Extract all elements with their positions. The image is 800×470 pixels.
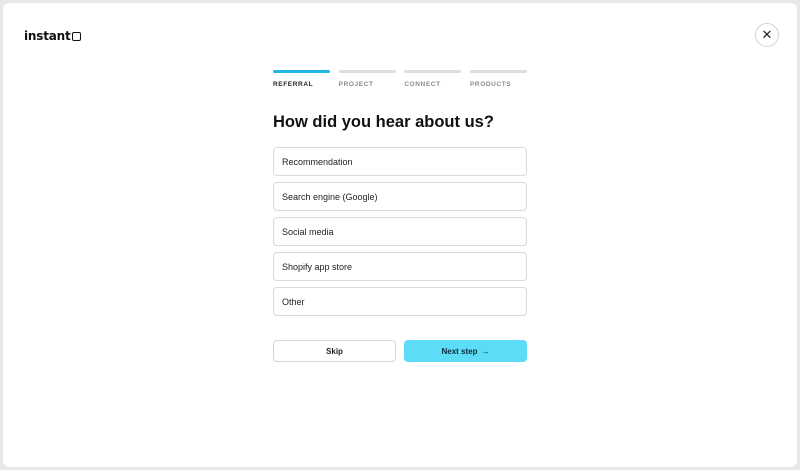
- step-products: PRODUCTS: [469, 70, 527, 88]
- step-label: REFERRAL: [273, 81, 314, 88]
- option-search-engine[interactable]: Search engine (Google): [273, 182, 527, 211]
- step-bar: [469, 70, 527, 73]
- step-connect: CONNECT: [404, 70, 462, 88]
- step-bar: [404, 70, 462, 73]
- logo-mark-icon: [71, 31, 81, 41]
- actions-row: Skip Next step →: [273, 340, 527, 362]
- step-label: CONNECT: [404, 81, 441, 88]
- option-social-media[interactable]: Social media: [273, 217, 527, 246]
- step-progress: REFERRAL PROJECT CONNECT PRODUCTS: [273, 70, 527, 88]
- step-project: PROJECT: [338, 70, 396, 88]
- option-shopify-app-store[interactable]: Shopify app store: [273, 252, 527, 281]
- step-bar: [338, 70, 396, 73]
- instant-logo: instant: [24, 29, 81, 43]
- onboarding-window: instant ✕ REFERRAL PROJECT CONNECT PRODU…: [3, 3, 797, 467]
- step-referral: REFERRAL: [273, 70, 330, 88]
- question-title: How did you hear about us?: [273, 113, 494, 131]
- step-bar: [273, 70, 330, 73]
- next-step-button[interactable]: Next step →: [404, 340, 527, 362]
- option-other[interactable]: Other: [273, 287, 527, 316]
- step-label: PROJECT: [338, 81, 374, 88]
- arrow-right-icon: →: [481, 346, 490, 356]
- step-label: PRODUCTS: [469, 81, 512, 88]
- skip-button[interactable]: Skip: [273, 340, 396, 362]
- next-step-label: Next step: [441, 346, 478, 356]
- close-icon: ✕: [761, 27, 773, 42]
- option-recommendation[interactable]: Recommendation: [273, 147, 527, 176]
- close-button[interactable]: ✕: [755, 23, 779, 47]
- logo-text: instant: [24, 29, 71, 43]
- referral-options: Recommendation Search engine (Google) So…: [273, 147, 527, 322]
